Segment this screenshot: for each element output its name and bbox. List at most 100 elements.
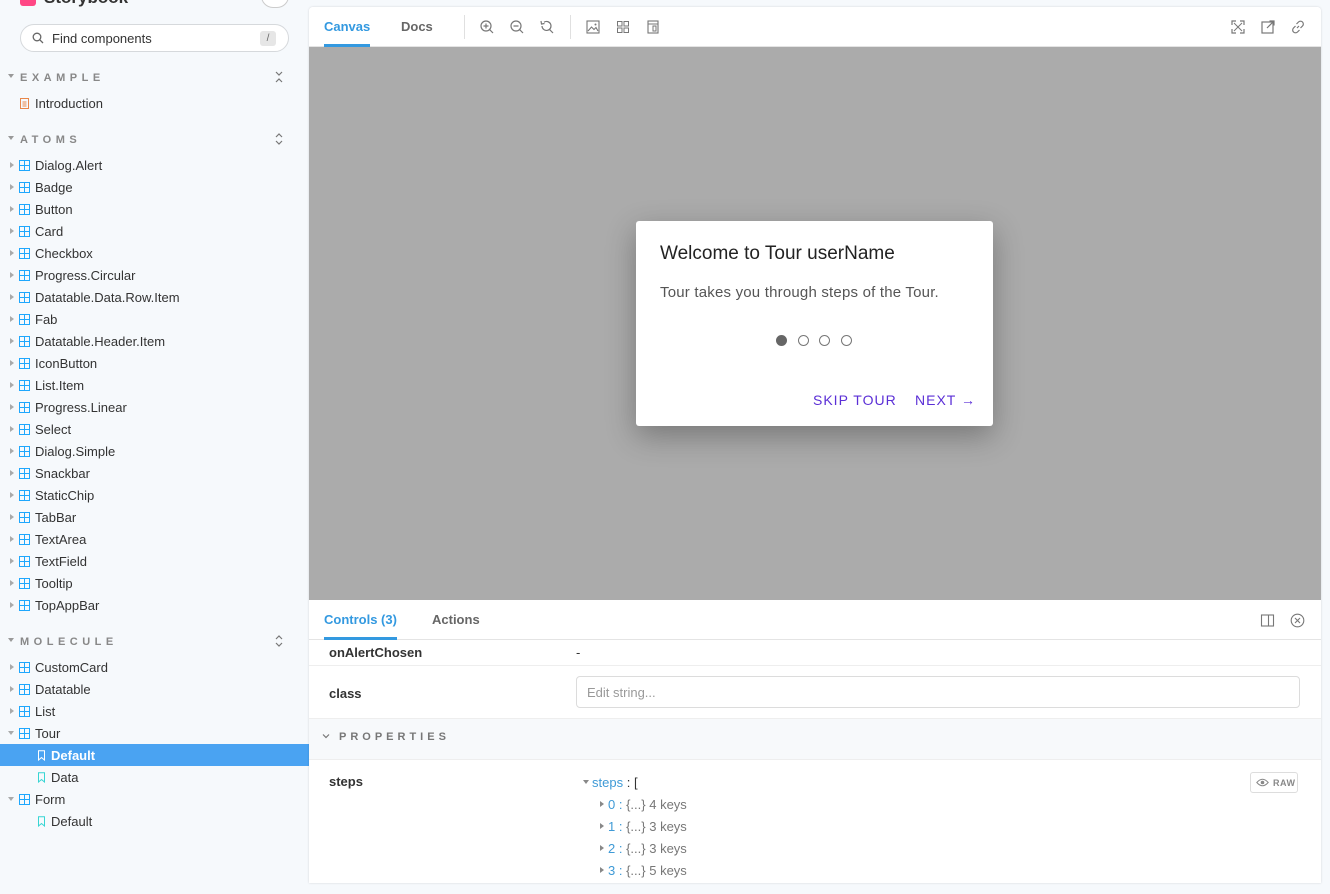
sidebar-item-label: Dialog.Simple bbox=[35, 443, 116, 459]
step-dot[interactable] bbox=[840, 335, 852, 346]
skip-tour-button[interactable]: SKIP TOUR bbox=[813, 392, 897, 408]
component-icon bbox=[19, 291, 30, 303]
sidebar-item-datatable-header-item[interactable]: Datatable.Header.Item bbox=[0, 330, 309, 352]
sidebar-item-fab[interactable]: Fab bbox=[0, 308, 309, 330]
sidebar-item-dialog-alert[interactable]: Dialog.Alert bbox=[0, 154, 309, 176]
json-key-count: 3 keys bbox=[649, 819, 687, 834]
tab-actions[interactable]: Actions bbox=[432, 600, 480, 640]
zoom-in-icon[interactable] bbox=[479, 19, 495, 35]
close-panel-icon[interactable] bbox=[1290, 613, 1305, 628]
component-icon bbox=[19, 577, 30, 589]
document-icon bbox=[20, 97, 29, 109]
sidebar-item-iconbutton[interactable]: IconButton bbox=[0, 352, 309, 374]
grid-icon[interactable] bbox=[615, 19, 631, 35]
story-label: Default bbox=[51, 747, 96, 763]
dialog-title: Welcome to Tour userName bbox=[660, 243, 895, 264]
sidebar-item-progress-linear[interactable]: Progress.Linear bbox=[0, 396, 309, 418]
properties-section-header[interactable]: PROPERTIES bbox=[309, 719, 1321, 760]
json-root[interactable]: steps : [ bbox=[583, 775, 638, 790]
storybook-logo bbox=[20, 0, 36, 6]
next-button[interactable]: NEXT → bbox=[915, 392, 976, 408]
json-key-count: 5 keys bbox=[649, 863, 687, 878]
json-entry[interactable]: 2 : {...} 3 keys bbox=[600, 841, 687, 856]
sidebar-item-tooltip[interactable]: Tooltip bbox=[0, 572, 309, 594]
tab-label: Controls (3) bbox=[324, 612, 397, 627]
storybook-brand[interactable]: Storybook bbox=[20, 0, 128, 7]
search-input[interactable] bbox=[52, 30, 252, 46]
json-entry[interactable]: 3 : {...} 5 keys bbox=[600, 863, 687, 878]
chevron-right-icon bbox=[10, 316, 14, 322]
component-icon bbox=[19, 379, 30, 391]
step-dot[interactable] bbox=[797, 335, 809, 346]
sidebar-item-form[interactable]: Form bbox=[0, 788, 309, 810]
sidebar-item-snackbar[interactable]: Snackbar bbox=[0, 462, 309, 484]
sidebar-item-introduction[interactable]: Introduction bbox=[0, 92, 309, 114]
json-entry[interactable]: 0 : {...} 4 keys bbox=[600, 797, 687, 812]
json-separator: : bbox=[615, 819, 627, 834]
chevron-right-icon bbox=[10, 664, 14, 670]
chevron-right-icon bbox=[10, 162, 14, 168]
chevron-right-icon bbox=[10, 228, 14, 234]
expand-all-icon[interactable] bbox=[273, 634, 285, 648]
tab-docs[interactable]: Docs bbox=[401, 7, 433, 47]
zoom-out-icon[interactable] bbox=[509, 19, 525, 35]
control-row-steps: steps steps : [ 0 : {...} 4 keys 1 : {...… bbox=[309, 760, 1321, 883]
outline-icon[interactable] bbox=[645, 19, 661, 35]
tab-canvas[interactable]: Canvas bbox=[324, 7, 371, 47]
menu-button[interactable] bbox=[261, 0, 289, 8]
open-new-tab-icon[interactable] bbox=[1260, 19, 1276, 35]
bookmark-icon bbox=[38, 771, 45, 783]
sidebar-item-badge[interactable]: Badge bbox=[0, 176, 309, 198]
sidebar-item-checkbox[interactable]: Checkbox bbox=[0, 242, 309, 264]
json-entry[interactable]: 1 : {...} 3 keys bbox=[600, 819, 687, 834]
group-example[interactable]: EXAMPLE bbox=[0, 68, 309, 88]
step-dot[interactable] bbox=[776, 335, 787, 346]
component-icon bbox=[19, 793, 30, 805]
group-atoms[interactable]: ATOMS bbox=[0, 130, 309, 150]
sidebar-item-list[interactable]: List bbox=[0, 700, 309, 722]
sidebar-item-label: Tooltip bbox=[35, 575, 73, 591]
search-box[interactable]: / bbox=[20, 24, 289, 52]
story-tour-default[interactable]: Default bbox=[0, 744, 309, 766]
fullscreen-icon[interactable] bbox=[1230, 19, 1246, 35]
raw-toggle-button[interactable]: RAW bbox=[1250, 772, 1298, 793]
sidebar-item-label: Datatable.Header.Item bbox=[35, 333, 166, 349]
collapse-all-icon[interactable] bbox=[273, 70, 285, 84]
sidebar-item-label: Progress.Linear bbox=[35, 399, 127, 415]
sidebar-item-customcard[interactable]: CustomCard bbox=[0, 656, 309, 678]
component-icon bbox=[19, 599, 30, 611]
sidebar-item-staticchip[interactable]: StaticChip bbox=[0, 484, 309, 506]
tour-dialog: Welcome to Tour userName Tour takes you … bbox=[636, 221, 993, 426]
sidebar-item-button[interactable]: Button bbox=[0, 198, 309, 220]
sidebar-item-tabbar[interactable]: TabBar bbox=[0, 506, 309, 528]
copy-link-icon[interactable] bbox=[1290, 19, 1306, 35]
class-string-input[interactable] bbox=[576, 676, 1300, 708]
sidebar-item-datatable[interactable]: Datatable bbox=[0, 678, 309, 700]
chevron-down-icon bbox=[8, 797, 14, 801]
sidebar-item-select[interactable]: Select bbox=[0, 418, 309, 440]
tab-controls[interactable]: Controls (3) bbox=[324, 600, 397, 640]
sidebar-item-card[interactable]: Card bbox=[0, 220, 309, 242]
step-dot[interactable] bbox=[819, 335, 830, 346]
sidebar-item-progress-circular[interactable]: Progress.Circular bbox=[0, 264, 309, 286]
expand-all-icon[interactable] bbox=[273, 132, 285, 146]
json-key: steps bbox=[592, 775, 624, 790]
zoom-reset-icon[interactable] bbox=[539, 19, 555, 35]
group-label: ATOMS bbox=[20, 134, 82, 146]
sidebar-item-textfield[interactable]: TextField bbox=[0, 550, 309, 572]
sidebar-item-label: Select bbox=[35, 421, 72, 437]
group-molecule[interactable]: MOLECULE bbox=[0, 632, 309, 652]
background-icon[interactable] bbox=[585, 19, 601, 35]
sidebar-item-list-item[interactable]: List.Item bbox=[0, 374, 309, 396]
sidebar-item-textarea[interactable]: TextArea bbox=[0, 528, 309, 550]
sidebar-item-datatable-data-row-item[interactable]: Datatable.Data.Row.Item bbox=[0, 286, 309, 308]
story-form-default[interactable]: Default bbox=[0, 810, 309, 832]
json-summary: {...} bbox=[626, 841, 646, 856]
sidebar-item-dialog-simple[interactable]: Dialog.Simple bbox=[0, 440, 309, 462]
sidebar-item-tour[interactable]: Tour bbox=[0, 722, 309, 744]
sidebar-item-topappbar[interactable]: TopAppBar bbox=[0, 594, 309, 616]
panel-orientation-icon[interactable] bbox=[1260, 613, 1275, 628]
chevron-right-icon bbox=[10, 338, 14, 344]
story-tour-data[interactable]: Data bbox=[0, 766, 309, 788]
sidebar-item-label: Datatable bbox=[35, 681, 91, 697]
